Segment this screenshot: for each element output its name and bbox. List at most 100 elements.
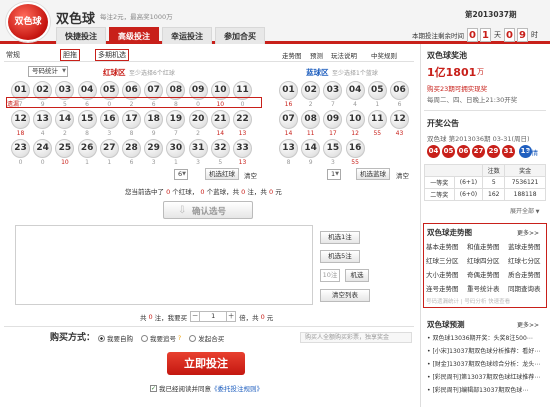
red-ball-14[interactable]: 14 bbox=[55, 110, 75, 129]
trend-link[interactable]: 质合走势图 bbox=[508, 269, 541, 279]
selection-list[interactable] bbox=[15, 225, 313, 305]
radio-chase[interactable] bbox=[141, 334, 148, 342]
prediction-item[interactable]: • 双色球13036期开奖：头奖8注500⋯ bbox=[427, 333, 545, 342]
red-ball-28[interactable]: 28 bbox=[122, 139, 141, 158]
radio-group-buy[interactable] bbox=[189, 334, 197, 342]
random-1-button[interactable]: 机选1注 bbox=[320, 231, 360, 244]
blue-ball-12[interactable]: 12 bbox=[390, 110, 409, 129]
red-ball-25[interactable]: 25 bbox=[55, 139, 75, 158]
clear-blue-link[interactable]: 清空 bbox=[396, 170, 409, 180]
blue-ball-13[interactable]: 13 bbox=[279, 139, 298, 158]
increase-multiplier-button[interactable]: ＋ bbox=[226, 311, 237, 322]
blue-ball-08[interactable]: 08 bbox=[301, 110, 321, 129]
random-go-button[interactable]: 机选 bbox=[345, 269, 369, 282]
blue-count-select[interactable]: 1 bbox=[327, 169, 341, 180]
red-ball-21[interactable]: 21 bbox=[210, 110, 230, 129]
red-ball-32[interactable]: 32 bbox=[210, 139, 230, 158]
option-chase[interactable]: 我要追号 bbox=[150, 333, 176, 343]
red-ball-13[interactable]: 13 bbox=[33, 110, 53, 129]
red-ball-22[interactable]: 22 bbox=[233, 110, 252, 129]
prediction-item[interactable]: • [小宋]13037期双色球分析推荐：看好⋯ bbox=[427, 346, 545, 355]
blue-ball-09[interactable]: 09 bbox=[323, 110, 343, 129]
blue-ball-15[interactable]: 15 bbox=[323, 139, 343, 158]
blue-ball-06[interactable]: 06 bbox=[390, 81, 409, 100]
prediction-item[interactable]: • [彩民周刊]编辑部13037期双色球⋯ bbox=[427, 385, 545, 394]
red-ball-24[interactable]: 24 bbox=[33, 139, 53, 158]
blue-ball-01[interactable]: 01 bbox=[279, 81, 298, 100]
red-ball-26[interactable]: 26 bbox=[77, 139, 97, 158]
clear-red-link[interactable]: 清空 bbox=[244, 170, 257, 180]
submit-bet-button[interactable]: 立即投注 bbox=[167, 352, 245, 375]
tab-lucky-bet[interactable]: 幸运投注 bbox=[162, 27, 212, 44]
red-ball-33[interactable]: 33 bbox=[233, 139, 252, 158]
trend-more-link[interactable]: 更多>> bbox=[517, 228, 539, 237]
multiplier-input[interactable]: 1 bbox=[200, 311, 227, 322]
stat-select[interactable]: 号码统计 bbox=[28, 66, 68, 77]
trend-link[interactable]: 红球七分区 bbox=[508, 255, 541, 265]
blue-ball-04[interactable]: 04 bbox=[345, 81, 365, 100]
predict-more-link[interactable]: 更多>> bbox=[517, 320, 539, 329]
trend-link[interactable]: 同期查询表 bbox=[508, 283, 541, 293]
help-icon[interactable]: ? bbox=[178, 335, 181, 342]
red-ball-15[interactable]: 15 bbox=[77, 110, 97, 129]
blue-ball-07[interactable]: 07 bbox=[279, 110, 298, 129]
tab-quick-bet[interactable]: 快捷投注 bbox=[56, 27, 106, 44]
tab-advanced-bet[interactable]: 高级投注 bbox=[109, 27, 159, 44]
blue-ball-10[interactable]: 10 bbox=[345, 110, 365, 129]
prediction-text: [彩民周刊]第13037期双色球红球推荐⋯ bbox=[432, 374, 541, 381]
subtab-normal[interactable]: 常规 bbox=[6, 50, 20, 60]
red-ball-17[interactable]: 17 bbox=[122, 110, 141, 129]
blue-ball-16[interactable]: 16 bbox=[345, 139, 365, 158]
prediction-item[interactable]: • [财金]13037期双色球综合分析：龙头⋯ bbox=[427, 359, 545, 368]
trend-link[interactable]: 重号统计表 bbox=[467, 283, 500, 293]
red-ball-18[interactable]: 18 bbox=[144, 110, 164, 129]
detail-link[interactable]: 详情 bbox=[525, 147, 538, 157]
red-ball-23[interactable]: 23 bbox=[11, 139, 30, 158]
subtab-dantuo[interactable]: 胆拖 bbox=[60, 49, 80, 61]
expand-all-link[interactable]: 展开全部 ▼ bbox=[510, 206, 539, 215]
red-count-select[interactable]: 6 bbox=[174, 169, 188, 180]
trend-link[interactable]: 大小走势图 bbox=[426, 269, 459, 279]
blue-ball-02[interactable]: 02 bbox=[301, 81, 321, 100]
trend-link[interactable]: 红球四分区 bbox=[467, 255, 500, 265]
blue-ball-11[interactable]: 11 bbox=[367, 110, 387, 129]
random-qty-input[interactable]: 10注 bbox=[320, 269, 340, 282]
blue-ball-14[interactable]: 14 bbox=[301, 139, 321, 158]
trend-footer[interactable]: 号码遗漏统计 | 号码分析 快速查看 bbox=[426, 297, 510, 305]
agree-checkbox[interactable]: ✓ bbox=[150, 384, 157, 392]
prediction-item[interactable]: • [彩民周刊]第13037期双色球红球推荐⋯ bbox=[427, 372, 545, 381]
blue-ball-05[interactable]: 05 bbox=[367, 81, 387, 100]
trend-link[interactable]: 蓝球走势图 bbox=[508, 241, 541, 251]
red-ball-19[interactable]: 19 bbox=[166, 110, 186, 129]
red-ball-29[interactable]: 29 bbox=[144, 139, 164, 158]
trend-link[interactable]: 奇偶走势图 bbox=[467, 269, 500, 279]
trend-link[interactable]: 基本走势图 bbox=[426, 241, 459, 251]
trend-link[interactable]: 连号走势图 bbox=[426, 283, 459, 293]
link-play-rules[interactable]: 玩法说明 bbox=[331, 50, 357, 60]
trend-link[interactable]: 和值走势图 bbox=[467, 241, 500, 251]
trend-link[interactable]: 红球三分区 bbox=[426, 255, 459, 265]
radio-self-buy[interactable] bbox=[98, 334, 105, 342]
red-ball-12[interactable]: 12 bbox=[11, 110, 30, 129]
random-blue-button[interactable]: 机选蓝球 bbox=[356, 168, 390, 180]
red-ball-27[interactable]: 27 bbox=[99, 139, 119, 158]
tab-join-group[interactable]: 参加合买 bbox=[215, 27, 265, 44]
divider bbox=[424, 110, 546, 111]
option-self-buy[interactable]: 我要自购 bbox=[107, 333, 133, 343]
blue-ball-03[interactable]: 03 bbox=[323, 81, 343, 100]
option-group-buy[interactable]: 发起合买 bbox=[198, 333, 224, 343]
decrease-multiplier-button[interactable]: － bbox=[190, 311, 201, 322]
subtab-multi-random[interactable]: 多期机选 bbox=[95, 49, 129, 61]
red-ball-20[interactable]: 20 bbox=[188, 110, 208, 129]
link-prediction[interactable]: 预测 bbox=[310, 50, 323, 60]
red-ball-31[interactable]: 31 bbox=[188, 139, 208, 158]
agree-rules-link[interactable]: 《委托投注规则》 bbox=[211, 383, 263, 393]
link-prize-rules[interactable]: 中奖规则 bbox=[371, 50, 397, 60]
random-5-button[interactable]: 机选5注 bbox=[320, 250, 360, 263]
link-trend-chart[interactable]: 走势图 bbox=[282, 50, 302, 60]
clear-list-button[interactable]: 清空列表 bbox=[320, 289, 370, 302]
random-red-button[interactable]: 机选红球 bbox=[205, 168, 239, 180]
red-ball-30[interactable]: 30 bbox=[166, 139, 186, 158]
confirm-selection-button[interactable]: ⇩ 确认选号 bbox=[163, 201, 253, 219]
red-ball-16[interactable]: 16 bbox=[99, 110, 119, 129]
